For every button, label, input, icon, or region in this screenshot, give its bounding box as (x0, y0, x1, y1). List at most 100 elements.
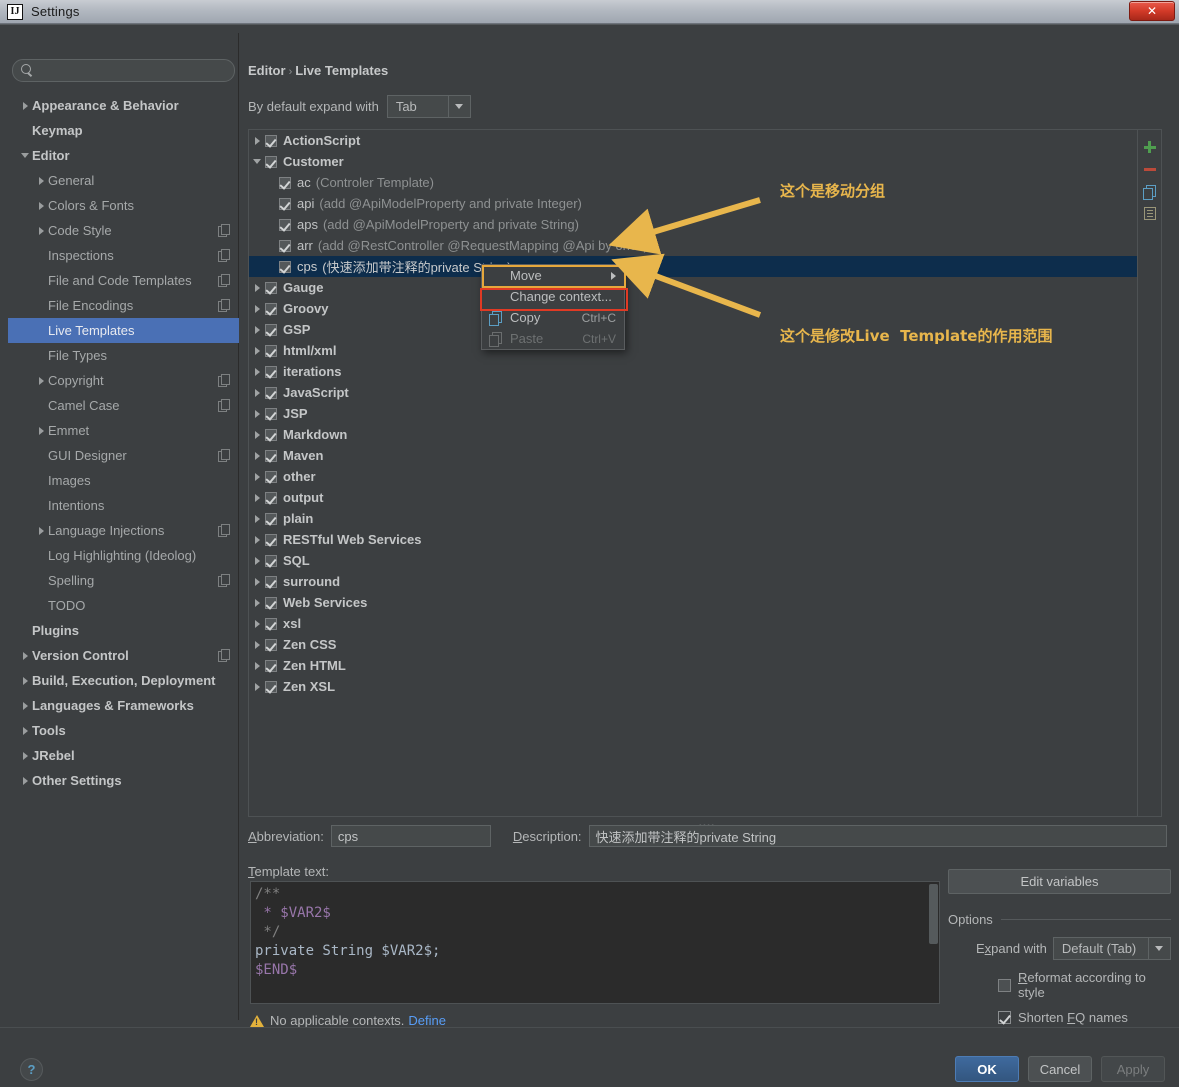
chevron-right-icon[interactable] (249, 472, 265, 481)
chevron-right-icon[interactable] (249, 325, 265, 334)
template-checkbox[interactable] (265, 407, 277, 420)
sidebar-item-plugins[interactable]: Plugins (8, 618, 239, 643)
sidebar-item-build-execution-deployment[interactable]: Build, Execution, Deployment (8, 668, 239, 693)
sidebar-item-jrebel[interactable]: JRebel (8, 743, 239, 768)
template-tree-row[interactable]: Groovy (249, 298, 1138, 319)
template-checkbox[interactable] (265, 491, 277, 504)
chevron-right-icon[interactable] (249, 388, 265, 397)
template-tree-row[interactable]: arr (add @RestController @RequestMapping … (249, 235, 1138, 256)
template-tree-row[interactable]: Gauge (249, 277, 1138, 298)
chevron-right-icon[interactable] (249, 640, 265, 649)
chevron-right-icon[interactable] (249, 430, 265, 439)
reformat-checkbox[interactable] (998, 978, 1011, 992)
template-tree-row[interactable]: surround (249, 571, 1138, 592)
sidebar-item-keymap[interactable]: Keymap (8, 118, 239, 143)
sidebar-item-copyright[interactable]: Copyright (8, 368, 239, 393)
template-checkbox[interactable] (279, 176, 291, 189)
chevron-right-icon[interactable] (249, 409, 265, 418)
ok-button[interactable]: OK (955, 1056, 1019, 1082)
chevron-right-icon[interactable] (249, 661, 265, 670)
help-button[interactable]: ? (20, 1058, 43, 1081)
sidebar-item-code-style[interactable]: Code Style (8, 218, 239, 243)
template-checkbox[interactable] (265, 386, 277, 399)
template-tree-row[interactable]: cps (快速添加带注释的private String) (249, 256, 1138, 277)
breadcrumb-parent[interactable]: Editor (248, 63, 286, 78)
chevron-right-icon[interactable] (249, 598, 265, 607)
template-tree-row[interactable]: Customer (249, 151, 1138, 172)
template-tree-row[interactable]: Web Services (249, 592, 1138, 613)
template-tree-row[interactable]: SQL (249, 550, 1138, 571)
settings-category-tree[interactable]: Appearance & Behavior Keymap Editor General… (8, 93, 239, 1018)
expand-with-option-combo[interactable]: Default (Tab) (1052, 937, 1171, 960)
remove-template-button[interactable] (1139, 158, 1161, 180)
template-tree-row[interactable]: ActionScript (249, 130, 1138, 151)
template-checkbox[interactable] (265, 680, 277, 693)
chevron-down-icon[interactable] (1147, 938, 1170, 959)
sidebar-item-other-settings[interactable]: Other Settings (8, 768, 239, 793)
template-checkbox[interactable] (265, 281, 277, 294)
sidebar-item-gui-designer[interactable]: GUI Designer (8, 443, 239, 468)
template-checkbox[interactable] (279, 260, 291, 273)
template-checkbox[interactable] (279, 218, 291, 231)
search-box[interactable] (12, 59, 235, 82)
chevron-right-icon[interactable] (249, 136, 265, 145)
template-tree-row[interactable]: aps (add @ApiModelProperty and private St… (249, 214, 1138, 235)
template-checkbox[interactable] (265, 449, 277, 462)
shorten-option-row[interactable]: Shorten FQ names (948, 1010, 1171, 1025)
context-menu-item-change-context[interactable]: Change context... (482, 286, 624, 307)
template-checkbox[interactable] (265, 638, 277, 651)
restore-defaults-button[interactable] (1139, 202, 1161, 224)
template-checkbox[interactable] (265, 617, 277, 630)
sidebar-item-emmet[interactable]: Emmet (8, 418, 239, 443)
chevron-down-icon[interactable] (249, 159, 265, 164)
edit-variables-button[interactable]: Edit variables (948, 869, 1171, 894)
template-tree-row[interactable]: Markdown (249, 424, 1138, 445)
chevron-right-icon[interactable] (249, 556, 265, 565)
template-editor-scrollbar[interactable] (929, 884, 938, 944)
duplicate-template-button[interactable] (1139, 180, 1161, 202)
sidebar-item-images[interactable]: Images (8, 468, 239, 493)
sidebar-item-live-templates[interactable]: Live Templates (8, 318, 239, 343)
search-input[interactable] (40, 62, 230, 79)
template-checkbox[interactable] (265, 323, 277, 336)
templates-tree[interactable]: ActionScript Customer ac (Controler Templat… (249, 130, 1138, 816)
sidebar-item-file-types[interactable]: File Types (8, 343, 239, 368)
sidebar-item-intentions[interactable]: Intentions (8, 493, 239, 518)
add-template-button[interactable] (1139, 136, 1161, 158)
chevron-right-icon[interactable] (249, 283, 265, 292)
chevron-right-icon[interactable] (249, 451, 265, 460)
template-checkbox[interactable] (265, 575, 277, 588)
define-link[interactable]: Define (408, 1013, 446, 1028)
apply-button[interactable]: Apply (1101, 1056, 1165, 1082)
sidebar-item-appearance-behavior[interactable]: Appearance & Behavior (8, 93, 239, 118)
template-tree-row[interactable]: plain (249, 508, 1138, 529)
sidebar-item-colors-fonts[interactable]: Colors & Fonts (8, 193, 239, 218)
template-checkbox[interactable] (265, 134, 277, 147)
chevron-right-icon[interactable] (249, 346, 265, 355)
sidebar-item-todo[interactable]: TODO (8, 593, 239, 618)
template-context-menu[interactable]: Move Change context... Copy Ctrl+C Paste Ctrl… (480, 264, 628, 350)
template-tree-row[interactable]: output (249, 487, 1138, 508)
sidebar-item-languages-frameworks[interactable]: Languages & Frameworks (8, 693, 239, 718)
template-checkbox[interactable] (265, 659, 277, 672)
template-checkbox[interactable] (265, 512, 277, 525)
reformat-option-row[interactable]: Reformat according to style (948, 970, 1171, 1000)
template-checkbox[interactable] (265, 428, 277, 441)
sidebar-item-file-encodings[interactable]: File Encodings (8, 293, 239, 318)
chevron-right-icon[interactable] (249, 619, 265, 628)
template-tree-row[interactable]: JavaScript (249, 382, 1138, 403)
sidebar-item-inspections[interactable]: Inspections (8, 243, 239, 268)
abbreviation-input[interactable]: cps (330, 825, 491, 847)
cancel-button[interactable]: Cancel (1028, 1056, 1092, 1082)
chevron-right-icon[interactable] (249, 493, 265, 502)
template-tree-row[interactable]: Zen HTML (249, 655, 1138, 676)
chevron-right-icon[interactable] (249, 577, 265, 586)
template-tree-row[interactable]: Zen XSL (249, 676, 1138, 697)
template-tree-row[interactable]: ac (Controler Template) (249, 172, 1138, 193)
chevron-down-icon[interactable] (447, 96, 470, 117)
sidebar-item-editor[interactable]: Editor (8, 143, 239, 168)
template-tree-row[interactable]: other (249, 466, 1138, 487)
template-checkbox[interactable] (279, 239, 291, 252)
context-menu-item-move[interactable]: Move (482, 265, 624, 286)
sidebar-item-tools[interactable]: Tools (8, 718, 239, 743)
